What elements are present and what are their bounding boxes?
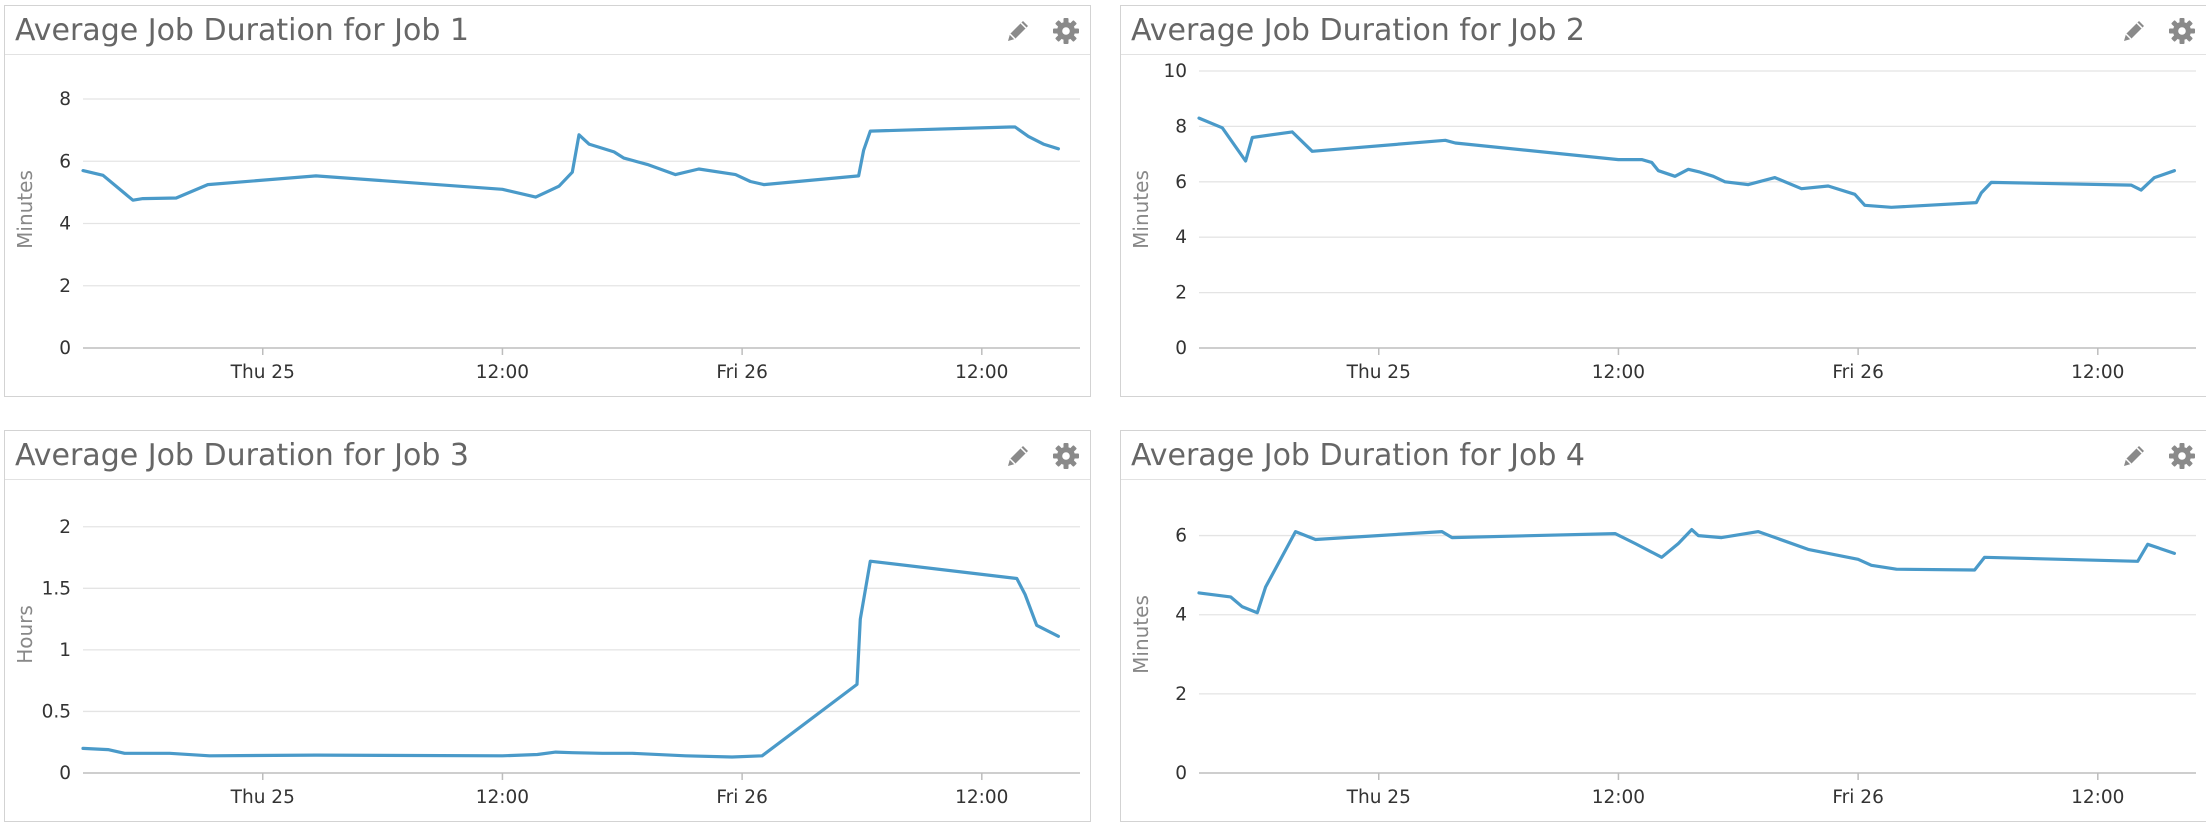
y-axis-label: Hours xyxy=(13,605,37,664)
y-tick-label: 10 xyxy=(1163,61,1187,82)
y-tick-label: 2 xyxy=(59,517,71,538)
y-tick-label: 4 xyxy=(1175,227,1187,248)
y-tick-label: 2 xyxy=(1175,283,1187,304)
pencil-icon[interactable] xyxy=(1002,15,1034,47)
y-axis-label: Minutes xyxy=(13,170,37,249)
x-tick-label: 12:00 xyxy=(1592,787,1645,808)
x-tick-label: Fri 26 xyxy=(1832,362,1883,383)
x-tick-label: Thu 25 xyxy=(1346,362,1411,383)
y-tick-label: 1.5 xyxy=(42,578,71,599)
panel-header: Average Job Duration for Job 3 xyxy=(5,431,1090,480)
panel-header: Average Job Duration for Job 2 xyxy=(1121,6,2206,55)
series-line xyxy=(1197,116,2177,209)
x-tick-label: 12:00 xyxy=(1592,362,1645,383)
x-tick-label: Thu 25 xyxy=(230,787,295,808)
panel-title: Average Job Duration for Job 4 xyxy=(1131,438,1585,473)
line-chart: 0 2 4 6 8 Thu 25 12:00 Fri 26 12:00 Minutes xyxy=(5,54,1089,395)
gear-icon[interactable] xyxy=(1050,440,1082,472)
y-tick-label: 8 xyxy=(59,89,71,110)
y-axis-label: Minutes xyxy=(1129,170,1153,249)
chart-panel-job-1: Average Job Duration for Job 1 0 2 4 6 8 Thu … xyxy=(4,5,1091,397)
series-line xyxy=(1197,527,2177,615)
panel-title: Average Job Duration for Job 3 xyxy=(15,438,469,473)
chart-svg: 0 2 4 6 8 Thu 25 12:00 Fri 26 12:00 Minutes xyxy=(13,89,1080,383)
chart-panel-job-2: Average Job Duration for Job 2 0 2 4 6 8 10 Th… xyxy=(1120,5,2206,397)
y-tick-label: 6 xyxy=(59,151,71,172)
chart-panel-job-4: Average Job Duration for Job 4 0 2 4 6 Thu 2… xyxy=(1120,430,2206,822)
y-tick-label: 0.5 xyxy=(42,701,71,722)
gear-icon[interactable] xyxy=(1050,15,1082,47)
chart-svg: 0 0.5 1 1.5 2 Thu 25 12:00 Fri 26 12:00 Hours xyxy=(13,517,1080,808)
y-tick-label: 0 xyxy=(1175,763,1187,784)
y-axis-label: Minutes xyxy=(1129,595,1153,674)
pencil-icon[interactable] xyxy=(2118,15,2150,47)
x-tick-label: Thu 25 xyxy=(230,362,295,383)
x-tick-label: Thu 25 xyxy=(1346,787,1411,808)
y-tick-label: 0 xyxy=(59,763,71,784)
gear-icon[interactable] xyxy=(2166,15,2198,47)
x-tick-label: 12:00 xyxy=(955,362,1008,383)
x-tick-label: Fri 26 xyxy=(716,362,767,383)
pencil-icon[interactable] xyxy=(2118,440,2150,472)
x-tick-label: 12:00 xyxy=(476,362,529,383)
series-line xyxy=(81,559,1061,759)
y-tick-label: 8 xyxy=(1175,116,1187,137)
panel-title: Average Job Duration for Job 1 xyxy=(15,13,469,48)
line-chart: 0 2 4 6 Thu 25 12:00 Fri 26 12:00 Minutes xyxy=(1121,479,2205,820)
pencil-icon[interactable] xyxy=(1002,440,1034,472)
panel-title: Average Job Duration for Job 2 xyxy=(1131,13,1585,48)
y-tick-label: 0 xyxy=(1175,338,1187,359)
chart-svg: 0 2 4 6 8 10 Thu 25 12:00 Fri 26 12:00 Minutes xyxy=(1129,61,2196,383)
x-tick-label: 12:00 xyxy=(955,787,1008,808)
panel-header: Average Job Duration for Job 4 xyxy=(1121,431,2206,480)
panel-header: Average Job Duration for Job 1 xyxy=(5,6,1090,55)
y-tick-label: 1 xyxy=(59,640,71,661)
chart-svg: 0 2 4 6 Thu 25 12:00 Fri 26 12:00 Minutes xyxy=(1129,526,2196,808)
chart-panel-job-3: Average Job Duration for Job 3 0 0.5 1 1.5 2… xyxy=(4,430,1091,822)
y-tick-label: 2 xyxy=(1175,684,1187,705)
x-tick-label: Fri 26 xyxy=(716,787,767,808)
y-tick-label: 0 xyxy=(59,338,71,359)
x-tick-label: 12:00 xyxy=(476,787,529,808)
series-line xyxy=(81,125,1061,202)
y-tick-label: 4 xyxy=(59,214,71,235)
y-tick-label: 2 xyxy=(59,276,71,297)
x-tick-label: 12:00 xyxy=(2071,362,2124,383)
y-tick-label: 6 xyxy=(1175,172,1187,193)
y-tick-label: 6 xyxy=(1175,526,1187,547)
line-chart: 0 0.5 1 1.5 2 Thu 25 12:00 Fri 26 12:00 Hours xyxy=(5,479,1089,820)
line-chart: 0 2 4 6 8 10 Thu 25 12:00 Fri 26 12:00 Minutes xyxy=(1121,54,2205,395)
x-tick-label: 12:00 xyxy=(2071,787,2124,808)
y-tick-label: 4 xyxy=(1175,605,1187,626)
gear-icon[interactable] xyxy=(2166,440,2198,472)
x-tick-label: Fri 26 xyxy=(1832,787,1883,808)
